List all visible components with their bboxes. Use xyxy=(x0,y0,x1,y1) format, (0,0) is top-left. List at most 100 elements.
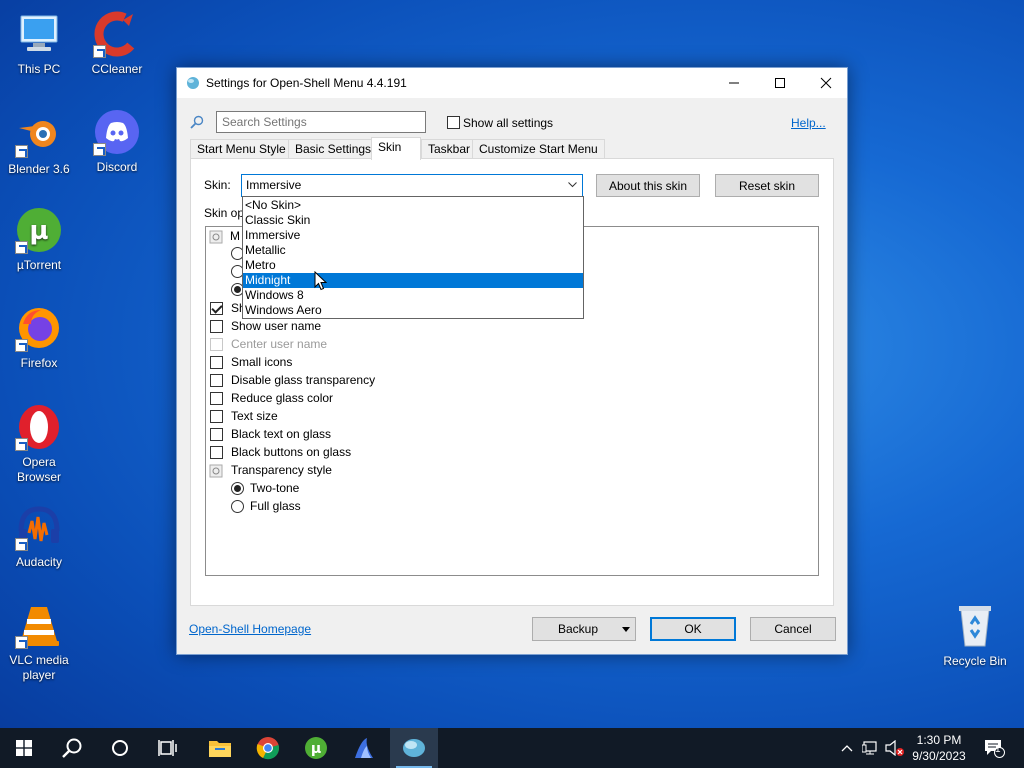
taskbar-clock[interactable]: 1:30 PM 9/30/2023 xyxy=(904,732,974,764)
audacity-icon xyxy=(15,503,63,551)
desktop-icon-label: Firefox xyxy=(20,356,58,370)
desktop-icon-recycle-bin[interactable]: Recycle Bin xyxy=(936,602,1014,669)
dropdown-option-highlighted[interactable]: Midnight xyxy=(243,273,583,288)
minimize-button[interactable] xyxy=(711,68,757,98)
text-size-checkbox[interactable] xyxy=(210,410,223,423)
volume-tray-button[interactable] xyxy=(884,728,906,768)
tab-customize-start-menu[interactable]: Customize Start Menu xyxy=(472,139,605,159)
tab-skin[interactable]: Skin xyxy=(371,137,421,160)
window-title: Settings for Open-Shell Menu 4.4.191 xyxy=(206,76,407,90)
tab-taskbar[interactable]: Taskbar xyxy=(421,139,478,159)
dropdown-option[interactable]: <No Skin> xyxy=(243,198,583,213)
start-button[interactable] xyxy=(0,728,48,768)
maximize-button[interactable] xyxy=(757,68,803,98)
black-buttons-on-glass-label: Black buttons on glass xyxy=(231,445,352,459)
desktop-icon-vlc[interactable]: VLC media player xyxy=(0,601,78,683)
task-view-button[interactable] xyxy=(144,728,192,768)
small-icons-checkbox[interactable] xyxy=(210,356,223,369)
show-user-name-checkbox[interactable] xyxy=(210,320,223,333)
cancel-button[interactable]: Cancel xyxy=(750,617,836,641)
skin-option-checkbox[interactable] xyxy=(210,302,223,315)
recycle-bin-icon xyxy=(951,602,999,650)
desktop-icon-label: µTorrent xyxy=(16,258,62,272)
tab-start-menu-style[interactable]: Start Menu Style xyxy=(190,139,293,159)
chrome-button[interactable] xyxy=(244,728,292,768)
show-all-settings-checkbox[interactable] xyxy=(447,116,460,129)
desktop-icon-label: Audacity xyxy=(15,555,63,569)
this-pc-icon xyxy=(15,10,63,58)
notification-count: 1 xyxy=(995,744,1001,755)
skin-options-label: Skin op xyxy=(204,206,245,220)
dropdown-option[interactable]: Metallic xyxy=(243,243,583,258)
desktop-icon-this-pc[interactable]: This PC xyxy=(0,10,78,77)
action-center-button[interactable]: 1 xyxy=(980,728,1008,768)
show-all-settings-label: Show all settings xyxy=(463,116,554,130)
shortcut-arrow-icon xyxy=(15,339,28,352)
two-tone-radio[interactable] xyxy=(231,482,244,495)
full-glass-radio[interactable] xyxy=(231,500,244,513)
shortcut-arrow-icon xyxy=(93,45,106,58)
disable-glass-transparency-checkbox[interactable] xyxy=(210,374,223,387)
dropdown-option[interactable]: Classic Skin xyxy=(243,213,583,228)
app-button[interactable] xyxy=(340,728,388,768)
dropdown-option[interactable]: Windows 8 xyxy=(243,288,583,303)
cortana-button[interactable] xyxy=(96,728,144,768)
opera-icon xyxy=(15,403,63,451)
svg-text:µ: µ xyxy=(29,216,48,246)
tab-basic-settings[interactable]: Basic Settings xyxy=(288,139,379,159)
network-tray-button[interactable] xyxy=(860,728,882,768)
chevron-up-icon xyxy=(841,745,853,752)
utorrent-icon: µ xyxy=(15,206,63,254)
search-icon xyxy=(62,738,82,758)
settings-group-icon xyxy=(209,230,223,244)
utorrent-button[interactable]: µ xyxy=(292,728,340,768)
folder-icon xyxy=(209,741,231,757)
close-button[interactable] xyxy=(803,68,849,98)
desktop-icon-blender[interactable]: Blender 3.6 xyxy=(0,110,78,177)
reset-skin-button[interactable]: Reset skin xyxy=(715,174,819,197)
black-buttons-on-glass-checkbox[interactable] xyxy=(210,446,223,459)
search-icon xyxy=(190,115,204,129)
dropdown-option[interactable]: Metro xyxy=(243,258,583,273)
desktop-icon-discord[interactable]: Discord xyxy=(78,108,156,175)
shortcut-arrow-icon xyxy=(15,438,28,451)
open-shell-icon xyxy=(187,77,199,89)
ok-button[interactable]: OK xyxy=(650,617,736,641)
clock-date: 9/30/2023 xyxy=(912,749,966,763)
search-button[interactable] xyxy=(48,728,96,768)
chevron-down-icon xyxy=(568,182,577,188)
open-shell-icon xyxy=(403,739,425,757)
center-user-name-checkbox[interactable] xyxy=(210,338,223,351)
dropdown-option[interactable]: Windows Aero xyxy=(243,303,583,318)
desktop-icon-audacity[interactable]: Audacity xyxy=(0,503,78,570)
taskbar: µ 1:30 PM 9/30/2023 1 xyxy=(0,728,1024,768)
desktop-icon-firefox[interactable]: Firefox xyxy=(0,304,78,371)
desktop-icon-utorrent[interactable]: µ µTorrent xyxy=(0,206,78,273)
open-shell-homepage-link[interactable]: Open-Shell Homepage xyxy=(189,622,311,636)
desktop-icon-opera[interactable]: Opera Browser xyxy=(0,403,78,485)
desktop-icon-label: VLC media player xyxy=(9,653,69,682)
notification-icon xyxy=(985,740,1005,758)
window-titlebar[interactable]: Settings for Open-Shell Menu 4.4.191 xyxy=(177,68,847,98)
desktop-icon-label: Blender 3.6 xyxy=(8,162,70,176)
desktop-icon-label: Opera Browser xyxy=(16,455,61,484)
task-view-icon xyxy=(158,740,177,756)
help-link[interactable]: Help... xyxy=(791,116,826,130)
open-shell-taskbar-button[interactable] xyxy=(390,728,438,768)
dropdown-option[interactable]: Immersive xyxy=(243,228,583,243)
search-input[interactable] xyxy=(216,111,426,133)
file-explorer-button[interactable] xyxy=(196,728,244,768)
desktop-icon-label: Recycle Bin xyxy=(943,654,1007,668)
show-hidden-icons-button[interactable] xyxy=(838,728,856,768)
desktop-icon-ccleaner[interactable]: CCleaner xyxy=(78,10,156,77)
black-text-on-glass-checkbox[interactable] xyxy=(210,428,223,441)
reduce-glass-color-checkbox[interactable] xyxy=(210,392,223,405)
skin-label: Skin: xyxy=(204,178,231,192)
shortcut-arrow-icon xyxy=(93,143,106,156)
reduce-glass-color-label: Reduce glass color xyxy=(231,391,334,405)
small-icons-label: Small icons xyxy=(231,355,293,369)
settings-group-icon xyxy=(209,464,223,478)
backup-button[interactable]: Backup xyxy=(532,617,636,641)
skin-combobox[interactable]: Immersive xyxy=(241,174,583,197)
about-this-skin-button[interactable]: About this skin xyxy=(596,174,700,197)
